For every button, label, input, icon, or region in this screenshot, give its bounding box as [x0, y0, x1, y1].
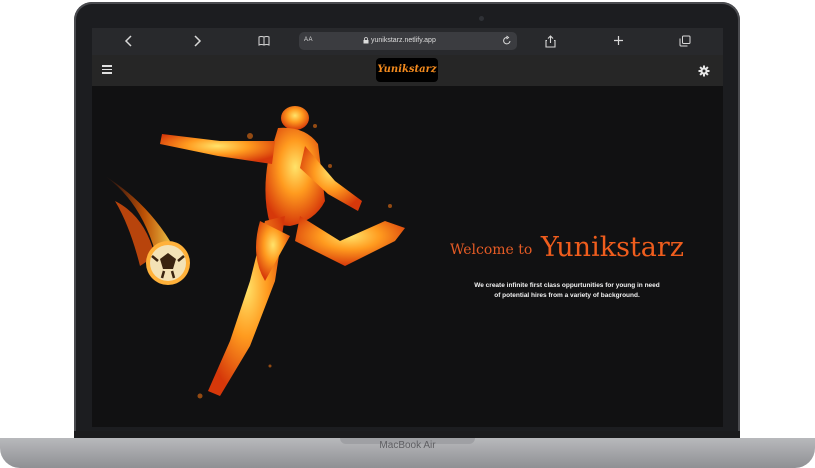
welcome-prefix: Welcome to — [450, 242, 533, 258]
hero-description: We create infinite first class oppurtuni… — [474, 282, 660, 299]
url-text: yunikstarz.netlify.app — [371, 37, 436, 44]
lock-icon — [363, 37, 369, 46]
gear-icon[interactable] — [698, 64, 710, 77]
macbook-frame: AA yunikstarz.netlify.app Yunikstarz Wel… — [0, 0, 815, 468]
site-logo[interactable]: Yunikstarz — [376, 58, 438, 82]
hamburger-icon[interactable] — [102, 65, 112, 75]
laptop-hinge — [74, 431, 740, 438]
screen: AA yunikstarz.netlify.app Yunikstarz Wel… — [92, 28, 723, 427]
fire-footballer-illustration — [105, 106, 405, 399]
forward-icon[interactable] — [188, 33, 206, 51]
plus-icon[interactable] — [609, 33, 627, 51]
laptop-base: MacBook Air — [0, 438, 815, 468]
tabs-icon[interactable] — [676, 33, 694, 51]
camera-icon — [479, 16, 484, 21]
back-icon[interactable] — [120, 33, 138, 51]
browser-toolbar: AA yunikstarz.netlify.app — [92, 28, 723, 55]
reader-aa-button[interactable]: AA — [304, 37, 313, 43]
reload-icon[interactable] — [502, 35, 512, 48]
book-icon[interactable] — [255, 33, 273, 51]
share-icon[interactable] — [541, 33, 559, 51]
welcome-brand-name: Yunikstarz — [540, 232, 684, 263]
hero-heading: Welcome to Yunikstarz — [450, 232, 684, 263]
hero-section: Welcome to Yunikstarz We create infinite… — [92, 86, 723, 427]
device-label: MacBook Air — [379, 440, 436, 451]
site-header: Yunikstarz — [92, 55, 723, 86]
address-bar[interactable]: AA yunikstarz.netlify.app — [299, 32, 517, 50]
